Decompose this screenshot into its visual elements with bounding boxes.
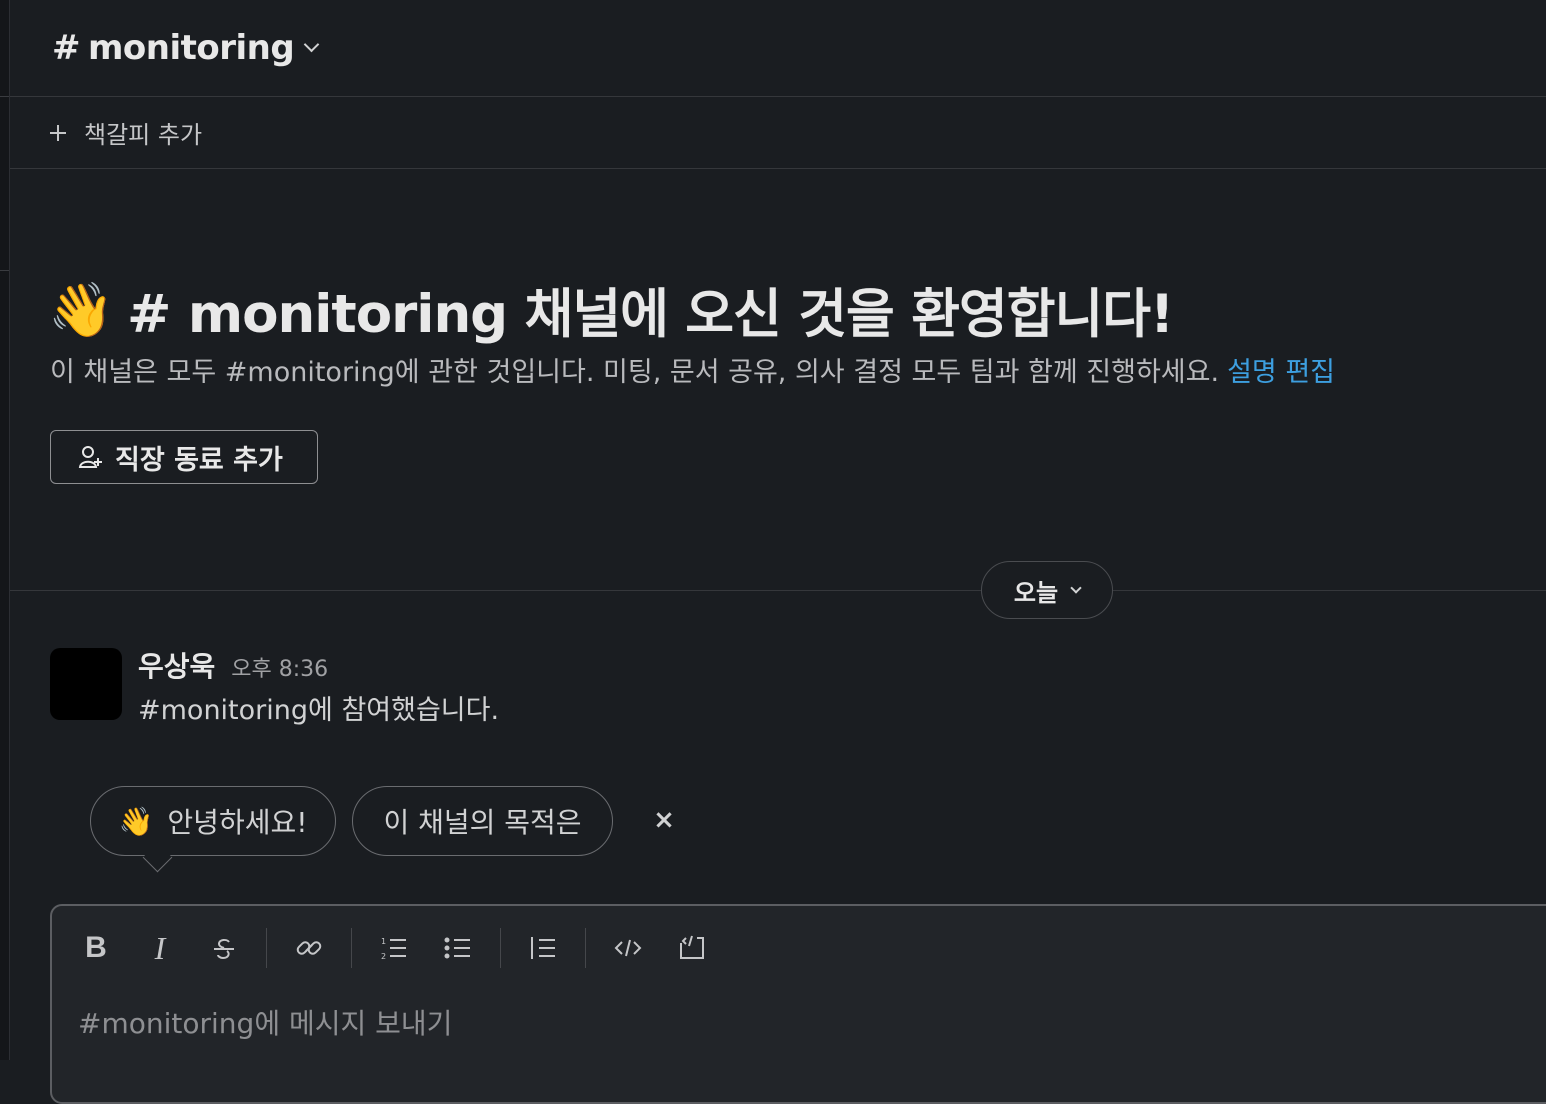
chevron-down-icon <box>1070 581 1082 594</box>
message-text: #monitoring에 참여했습니다. <box>138 695 500 726</box>
suggestion-hello-button[interactable]: 👋 안녕하세요! <box>90 786 336 856</box>
wave-emoji: 👋 <box>48 280 114 341</box>
suggestion-label: 안녕하세요! <box>167 806 308 839</box>
wave-emoji: 👋 <box>118 804 154 838</box>
day-label: 오늘 <box>1013 578 1059 607</box>
channel-description: 이 채널은 모두 #monitoring에 관한 것입니다. 미팅, 문서 공유… <box>50 350 1335 389</box>
welcome-heading: 👋 # monitoring 채널에 오신 것을 환영합니다! <box>48 272 1174 348</box>
add-bookmark-button[interactable]: 책갈피 추가 <box>50 115 202 150</box>
add-bookmark-label: 책갈피 추가 <box>84 121 203 149</box>
channel-header: # monitoring <box>10 0 1546 97</box>
add-user-icon <box>78 446 102 468</box>
add-coworker-label: 직장 동료 추가 <box>115 444 283 476</box>
toolbar-separator <box>500 928 501 968</box>
ordered-list-icon[interactable]: 12 <box>372 926 416 970</box>
day-divider-button[interactable]: 오늘 <box>981 561 1113 619</box>
channel-hash: # <box>52 28 81 68</box>
edit-description-link[interactable]: 설명 편집 <box>1227 357 1335 388</box>
description-text: 이 채널은 모두 #monitoring에 관한 것입니다. 미팅, 문서 공유… <box>50 357 1220 388</box>
svg-text:2: 2 <box>381 952 386 961</box>
channel-name-button[interactable]: # monitoring <box>52 28 320 68</box>
link-icon[interactable] <box>287 926 331 970</box>
plus-icon <box>50 124 66 141</box>
dismiss-suggestions-close-icon[interactable]: × <box>652 806 676 834</box>
code-icon[interactable] <box>606 926 650 970</box>
message-composer: B I 12 #monitoring에 메시지 보내기 <box>50 904 1546 1104</box>
rail-divider <box>0 96 9 97</box>
message-input[interactable]: #monitoring에 메시지 보내기 <box>78 1002 1478 1042</box>
welcome-title: # monitoring 채널에 오신 것을 환영합니다! <box>127 284 1174 345</box>
suggestion-label: 이 채널의 목적은 <box>383 806 582 839</box>
strikethrough-icon[interactable] <box>202 926 246 970</box>
add-coworker-button[interactable]: 직장 동료 추가 <box>50 430 318 484</box>
channel-name: monitoring <box>88 28 295 68</box>
message-timestamp[interactable]: 오후 8:36 <box>231 651 328 683</box>
blockquote-icon[interactable] <box>521 926 565 970</box>
chevron-down-icon <box>303 36 320 52</box>
rail-divider <box>0 270 9 271</box>
toolbar-separator <box>266 928 267 968</box>
day-divider-line <box>10 590 1546 591</box>
suggestion-purpose-button[interactable]: 이 채널의 목적은 <box>352 786 613 856</box>
bookmark-bar: 책갈피 추가 <box>10 97 1546 169</box>
bold-icon[interactable]: B <box>74 926 118 970</box>
code-block-icon[interactable] <box>670 926 714 970</box>
bullet-list-icon[interactable] <box>436 926 480 970</box>
message-author[interactable]: 우상욱 <box>138 645 215 685</box>
message-header: 우상욱 오후 8:36 <box>138 645 328 685</box>
svg-text:1: 1 <box>381 937 386 946</box>
toolbar-separator <box>351 928 352 968</box>
formatting-toolbar: B I 12 <box>74 926 734 970</box>
toolbar-separator <box>585 928 586 968</box>
avatar[interactable] <box>50 648 122 720</box>
italic-icon[interactable]: I <box>138 926 182 970</box>
left-rail <box>0 0 10 1060</box>
